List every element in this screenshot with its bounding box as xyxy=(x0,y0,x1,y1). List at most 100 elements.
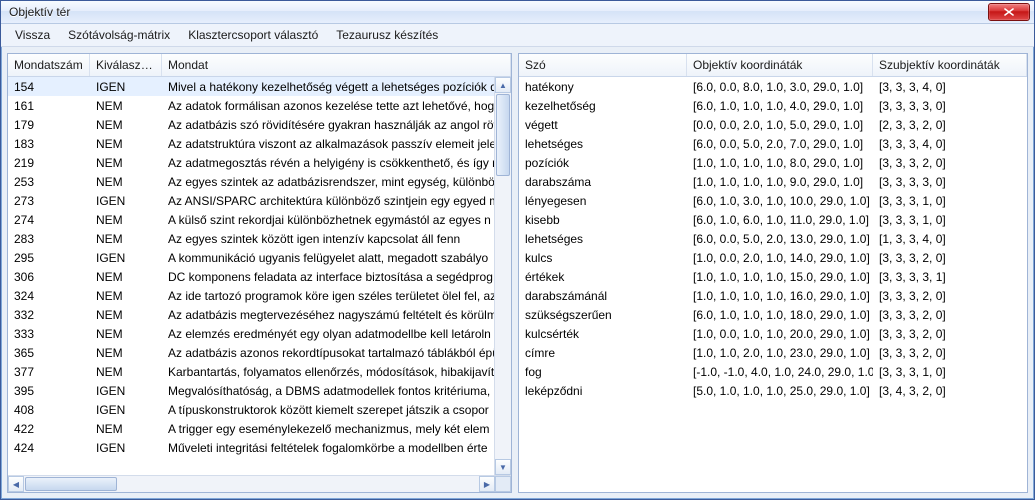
table-row[interactable]: szükségszerűen[6.0, 1.0, 1.0, 1.0, 18.0,… xyxy=(519,305,1027,324)
table-row[interactable]: 324NEMAz ide tartozó programok köre igen… xyxy=(8,286,495,305)
col-mondat[interactable]: Mondat xyxy=(162,54,511,76)
cell-kivalasztva: NEM xyxy=(90,365,162,379)
cell-objektiv: [1.0, 1.0, 2.0, 1.0, 23.0, 29.0, 1.0] xyxy=(687,346,873,360)
table-row[interactable]: 273IGENAz ANSI/SPARC architektúra különb… xyxy=(8,191,495,210)
table-row[interactable]: 424IGENMűveleti integritási feltételek f… xyxy=(8,438,495,457)
cell-szubjektiv: [3, 3, 3, 3, 0] xyxy=(873,175,1027,189)
cell-kivalasztva: NEM xyxy=(90,270,162,284)
col-mondatszam[interactable]: Mondatszám xyxy=(8,54,90,76)
menu-klasztercsoport-valaszto[interactable]: Klasztercsoport választó xyxy=(180,26,326,44)
table-row[interactable]: 161NEMAz adatok formálisan azonos kezelé… xyxy=(8,96,495,115)
scrollbar-corner xyxy=(495,476,511,492)
cell-szo: leképződni xyxy=(519,384,687,398)
cell-szo: lehetséges xyxy=(519,232,687,246)
table-row[interactable]: hatékony[6.0, 0.0, 8.0, 1.0, 3.0, 29.0, … xyxy=(519,77,1027,96)
table-row[interactable]: lehetséges[6.0, 0.0, 5.0, 2.0, 7.0, 29.0… xyxy=(519,134,1027,153)
table-row[interactable]: fog[-1.0, -1.0, 4.0, 1.0, 24.0, 29.0, 1.… xyxy=(519,362,1027,381)
cell-kivalasztva: IGEN xyxy=(90,80,162,94)
cell-kivalasztva: NEM xyxy=(90,289,162,303)
cell-objektiv: [6.0, 0.0, 5.0, 2.0, 13.0, 29.0, 1.0] xyxy=(687,232,873,246)
table-row[interactable]: kulcsérték[1.0, 0.0, 1.0, 1.0, 20.0, 29.… xyxy=(519,324,1027,343)
col-szo[interactable]: Szó xyxy=(519,54,687,76)
table-row[interactable]: 408IGENA típuskonstruktorok között kieme… xyxy=(8,400,495,419)
menu-vissza[interactable]: Vissza xyxy=(7,26,58,44)
hscroll-thumb[interactable] xyxy=(25,477,117,491)
close-button[interactable] xyxy=(988,3,1030,21)
cell-szubjektiv: [3, 3, 3, 2, 0] xyxy=(873,156,1027,170)
words-grid-body: hatékony[6.0, 0.0, 8.0, 1.0, 3.0, 29.0, … xyxy=(519,77,1027,492)
cell-mondatszam: 253 xyxy=(8,175,90,189)
table-row[interactable]: darabszámánál[1.0, 1.0, 1.0, 1.0, 16.0, … xyxy=(519,286,1027,305)
col-objektiv[interactable]: Objektív koordináták xyxy=(687,54,873,76)
col-kivalasztva[interactable]: Kiválasztva xyxy=(90,54,162,76)
cell-kivalasztva: NEM xyxy=(90,308,162,322)
hscroll-track[interactable] xyxy=(25,476,478,492)
col-szubjektiv[interactable]: Szubjektív koordináták xyxy=(873,54,1027,76)
cell-mondatszam: 332 xyxy=(8,308,90,322)
table-row[interactable]: 154IGENMivel a hatékony kezelhetőség vég… xyxy=(8,77,495,96)
table-row[interactable]: 395IGENMegvalósíthatóság, a DBMS adatmod… xyxy=(8,381,495,400)
cell-kivalasztva: NEM xyxy=(90,137,162,151)
table-row[interactable]: 422NEMA trigger egy eseménylekezelő mech… xyxy=(8,419,495,438)
scroll-right-arrow-icon[interactable]: ▶ xyxy=(479,476,495,492)
horizontal-scrollbar[interactable]: ◀ ▶ xyxy=(8,475,511,492)
table-row[interactable]: lényegesen[6.0, 1.0, 3.0, 1.0, 10.0, 29.… xyxy=(519,191,1027,210)
cell-mondatszam: 377 xyxy=(8,365,90,379)
vertical-scrollbar[interactable]: ▲ ▼ xyxy=(494,77,511,475)
cell-objektiv: [6.0, 1.0, 1.0, 1.0, 4.0, 29.0, 1.0] xyxy=(687,99,873,113)
table-row[interactable]: 274NEMA külső szint rekordjai különbözhe… xyxy=(8,210,495,229)
cell-mondatszam: 273 xyxy=(8,194,90,208)
table-row[interactable]: kisebb[6.0, 1.0, 6.0, 1.0, 11.0, 29.0, 1… xyxy=(519,210,1027,229)
table-row[interactable]: 183NEMAz adatstruktúra viszont az alkalm… xyxy=(8,134,495,153)
cell-szubjektiv: [3, 3, 3, 1, 0] xyxy=(873,194,1027,208)
table-row[interactable]: kezelhetőség[6.0, 1.0, 1.0, 1.0, 4.0, 29… xyxy=(519,96,1027,115)
table-row[interactable]: kulcs[1.0, 0.0, 2.0, 1.0, 14.0, 29.0, 1.… xyxy=(519,248,1027,267)
cell-mondat: Az egyes szintek között igen intenzív ka… xyxy=(162,232,495,246)
menu-tezaurusz-keszites[interactable]: Tezaurusz készítés xyxy=(328,26,446,44)
cell-objektiv: [1.0, 1.0, 1.0, 1.0, 15.0, 29.0, 1.0] xyxy=(687,270,873,284)
cell-mondat: Mivel a hatékony kezelhetőség végett a l… xyxy=(162,80,495,94)
cell-mondatszam: 333 xyxy=(8,327,90,341)
cell-mondat: Az adatbázis azonos rekordtípusokat tart… xyxy=(162,346,495,360)
table-row[interactable]: leképződni[5.0, 1.0, 1.0, 1.0, 25.0, 29.… xyxy=(519,381,1027,400)
cell-kivalasztva: NEM xyxy=(90,213,162,227)
scroll-down-arrow-icon[interactable]: ▼ xyxy=(495,459,511,475)
scroll-left-arrow-icon[interactable]: ◀ xyxy=(8,476,24,492)
cell-szo: fog xyxy=(519,365,687,379)
cell-objektiv: [6.0, 0.0, 8.0, 1.0, 3.0, 29.0, 1.0] xyxy=(687,80,873,94)
table-row[interactable]: darabszáma[1.0, 1.0, 1.0, 1.0, 9.0, 29.0… xyxy=(519,172,1027,191)
table-row[interactable]: lehetséges[6.0, 0.0, 5.0, 2.0, 13.0, 29.… xyxy=(519,229,1027,248)
cell-objektiv: [-1.0, -1.0, 4.0, 1.0, 24.0, 29.0, 1.0] xyxy=(687,365,873,379)
scroll-track[interactable] xyxy=(495,94,511,458)
table-row[interactable]: 295IGENA kommunikáció ugyanis felügyelet… xyxy=(8,248,495,267)
cell-mondat: Az egyes szintek az adatbázisrendszer, m… xyxy=(162,175,495,189)
cell-mondat: Az elemzés eredményét egy olyan adatmode… xyxy=(162,327,495,341)
table-row[interactable]: 377NEMKarbantartás, folyamatos ellenőrzé… xyxy=(8,362,495,381)
cell-mondatszam: 395 xyxy=(8,384,90,398)
table-row[interactable]: 253NEMAz egyes szintek az adatbázisrends… xyxy=(8,172,495,191)
table-row[interactable]: 179NEMAz adatbázis szó rövidítésére gyak… xyxy=(8,115,495,134)
table-row[interactable]: 333NEMAz elemzés eredményét egy olyan ad… xyxy=(8,324,495,343)
cell-kivalasztva: IGEN xyxy=(90,441,162,455)
cell-mondat: Karbantartás, folyamatos ellenőrzés, mód… xyxy=(162,365,495,379)
scroll-thumb[interactable] xyxy=(496,94,510,176)
table-row[interactable]: pozíciók[1.0, 1.0, 1.0, 1.0, 8.0, 29.0, … xyxy=(519,153,1027,172)
menu-szotavolsag-matrix[interactable]: Szótávolság-mátrix xyxy=(60,26,178,44)
table-row[interactable]: címre[1.0, 1.0, 2.0, 1.0, 23.0, 29.0, 1.… xyxy=(519,343,1027,362)
cell-szubjektiv: [3, 3, 3, 2, 0] xyxy=(873,327,1027,341)
table-row[interactable]: értékek[1.0, 1.0, 1.0, 1.0, 15.0, 29.0, … xyxy=(519,267,1027,286)
table-row[interactable]: 365NEMAz adatbázis azonos rekordtípusoka… xyxy=(8,343,495,362)
cell-mondatszam: 365 xyxy=(8,346,90,360)
table-row[interactable]: végett[0.0, 0.0, 2.0, 1.0, 5.0, 29.0, 1.… xyxy=(519,115,1027,134)
cell-mondat: A típuskonstruktorok között kiemelt szer… xyxy=(162,403,495,417)
table-row[interactable]: 283NEMAz egyes szintek között igen inten… xyxy=(8,229,495,248)
table-row[interactable]: 306NEMDC komponens feladata az interface… xyxy=(8,267,495,286)
menubar: Vissza Szótávolság-mátrix Klasztercsopor… xyxy=(1,24,1034,47)
table-row[interactable]: 332NEMAz adatbázis megtervezéséhez nagys… xyxy=(8,305,495,324)
cell-objektiv: [6.0, 1.0, 3.0, 1.0, 10.0, 29.0, 1.0] xyxy=(687,194,873,208)
cell-szubjektiv: [3, 3, 3, 3, 0] xyxy=(873,99,1027,113)
table-row[interactable]: 219NEMAz adatmegosztás révén a helyigény… xyxy=(8,153,495,172)
cell-kivalasztva: NEM xyxy=(90,156,162,170)
scroll-up-arrow-icon[interactable]: ▲ xyxy=(495,77,511,93)
cell-szo: kezelhetőség xyxy=(519,99,687,113)
